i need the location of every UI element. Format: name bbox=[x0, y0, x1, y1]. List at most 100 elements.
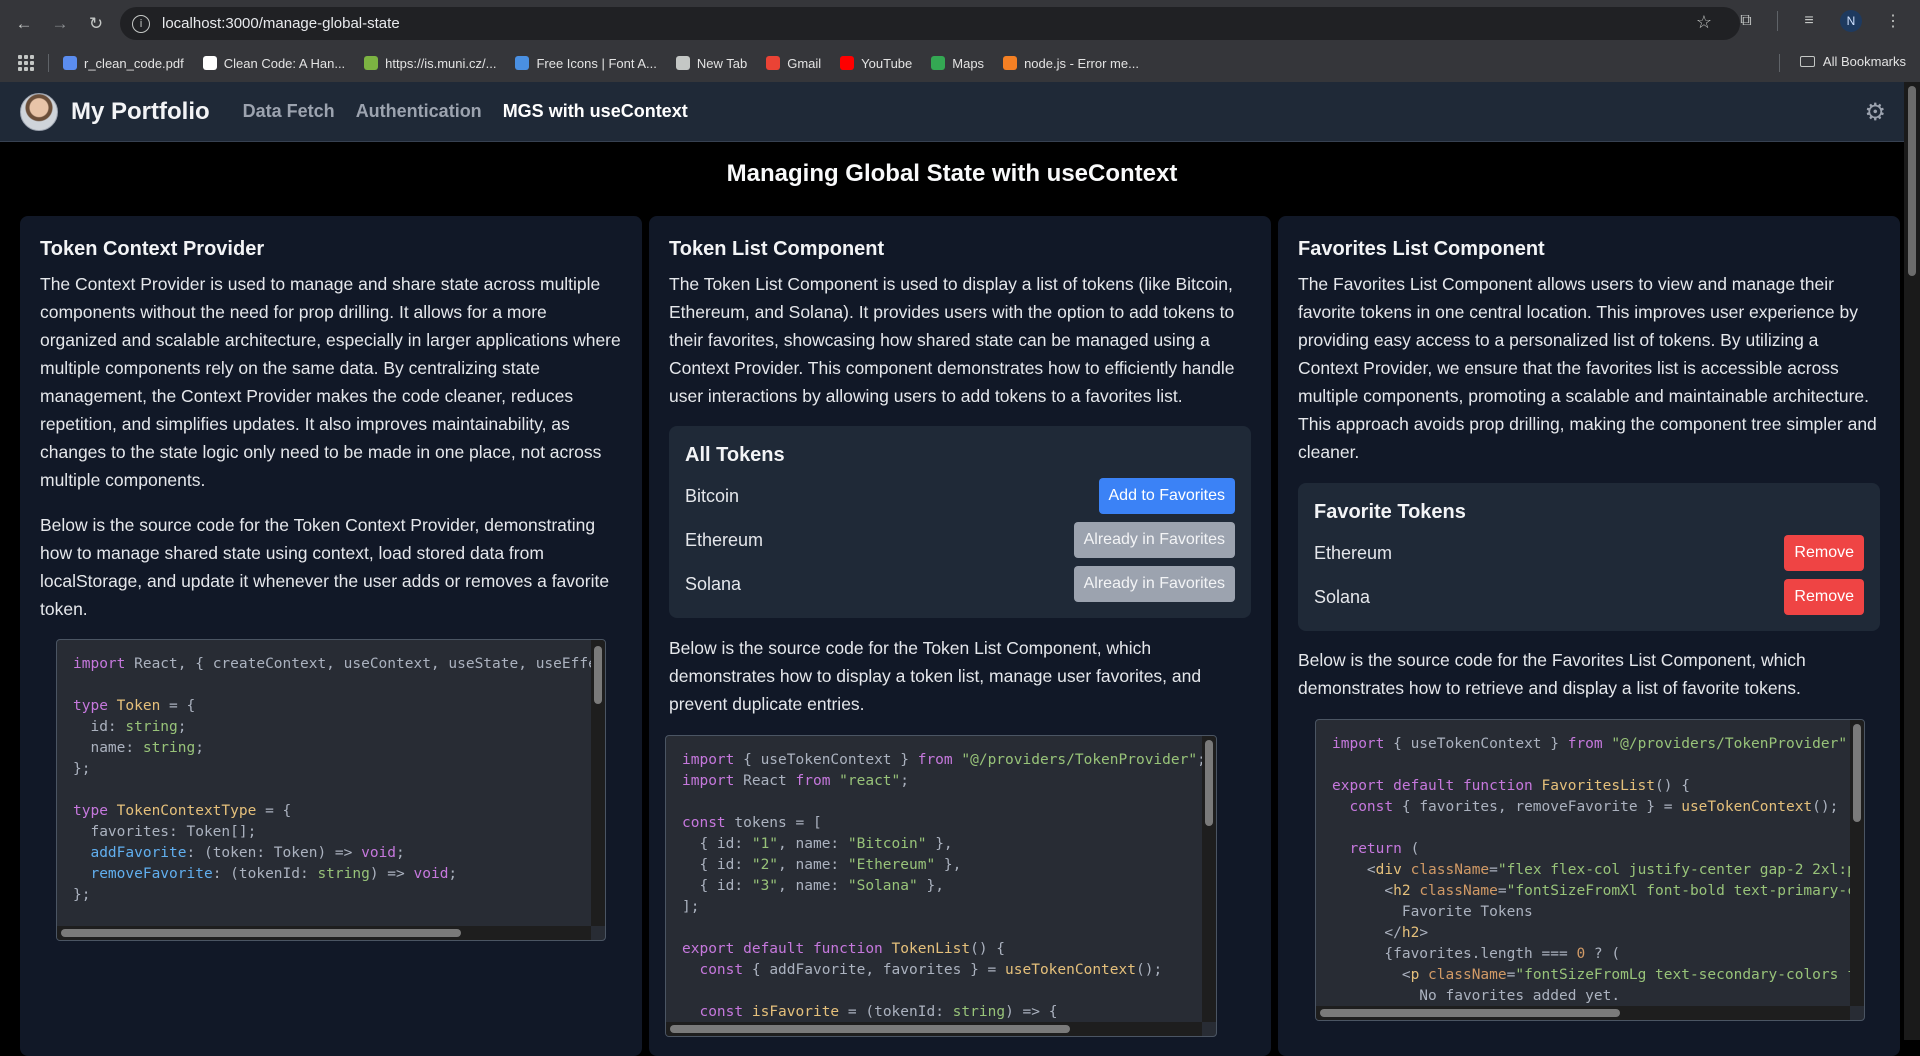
list-item: Solana Already in Favorites bbox=[685, 566, 1235, 602]
scrollbar-thumb[interactable] bbox=[1205, 740, 1213, 826]
bookmark-item[interactable]: Free Icons | Font A... bbox=[515, 56, 657, 71]
code-vertical-scrollbar[interactable] bbox=[591, 640, 605, 926]
scrollbar-thumb[interactable] bbox=[594, 646, 602, 704]
list-item: Ethereum Already in Favorites bbox=[685, 522, 1235, 558]
youtube-icon bbox=[840, 56, 855, 70]
flag-icon bbox=[515, 56, 530, 70]
toolbar-right: ⧉ ≡ N ⋮ bbox=[1735, 10, 1904, 32]
bookmarks-bar: r_clean_code.pdf Clean Code: A Han... http… bbox=[0, 48, 1920, 78]
code-intro-text: Below is the source code for the Token L… bbox=[669, 638, 1202, 714]
remove-button[interactable]: Remove bbox=[1784, 535, 1864, 571]
card-token-context-provider: Token Context Provider The Context Provi… bbox=[20, 216, 642, 1056]
code-vertical-scrollbar[interactable] bbox=[1850, 720, 1864, 1006]
card-title: Token Context Provider bbox=[40, 238, 265, 260]
nav-authentication[interactable]: Authentication bbox=[356, 101, 482, 122]
bookmarks-divider bbox=[1779, 54, 1780, 72]
favorite-token-name: Ethereum bbox=[1314, 542, 1393, 563]
code-horizontal-scrollbar[interactable] bbox=[666, 1022, 1202, 1036]
page-scrollbar-thumb[interactable] bbox=[1908, 86, 1916, 276]
folder-icon bbox=[1799, 56, 1815, 67]
nav-data-fetch[interactable]: Data Fetch bbox=[243, 101, 335, 122]
code-horizontal-scrollbar[interactable] bbox=[57, 926, 591, 940]
panel-title: All Tokens bbox=[685, 444, 785, 466]
favorite-token-name: Solana bbox=[1314, 586, 1371, 607]
scrollbar-thumb[interactable] bbox=[1320, 1009, 1620, 1017]
code-block-provider[interactable]: import React, { createContext, useContex… bbox=[56, 639, 606, 941]
code-block-token-list[interactable]: import { useTokenContext } from "@/provi… bbox=[665, 735, 1217, 1037]
bookmark-item[interactable]: node.js - Error me... bbox=[1003, 56, 1139, 71]
card-favorites-list-component: Favorites List Component The Favorites L… bbox=[1278, 216, 1900, 1056]
code-text: import React, { createContext, useContex… bbox=[73, 656, 606, 903]
url-text[interactable]: localhost:3000/manage-global-state bbox=[162, 15, 400, 32]
browser-chrome: ← → ↻ i localhost:3000/manage-global-sta… bbox=[0, 0, 1920, 82]
code-block-favorites-list[interactable]: import { useTokenContext } from "@/provi… bbox=[1315, 719, 1865, 1021]
globe-icon bbox=[675, 56, 690, 70]
extensions-icon[interactable]: ⧉ bbox=[1735, 12, 1757, 30]
code-text: import { useTokenContext } from "@/provi… bbox=[1332, 736, 1865, 1004]
profile-avatar[interactable]: N bbox=[1840, 10, 1862, 32]
site-info-icon[interactable]: i bbox=[132, 14, 150, 33]
code-intro-text: Below is the source code for the Favorit… bbox=[1298, 650, 1806, 698]
card-description: The Context Provider is used to manage a… bbox=[40, 274, 621, 490]
card-description: The Token List Component is used to disp… bbox=[669, 274, 1235, 406]
app-header: My Portfolio Data Fetch Authentication M… bbox=[0, 82, 1904, 142]
bookmark-label: YouTube bbox=[861, 55, 913, 71]
avatar[interactable] bbox=[20, 92, 58, 131]
reload-icon[interactable]: ↻ bbox=[82, 10, 110, 38]
scrollbar-thumb[interactable] bbox=[670, 1025, 1070, 1033]
bookmark-item[interactable]: Clean Code: A Han... bbox=[202, 55, 346, 71]
maps-icon bbox=[931, 56, 946, 70]
bookmark-item[interactable]: https://is.muni.cz/... bbox=[364, 56, 496, 71]
bookmark-star-icon[interactable]: ☆ bbox=[1696, 12, 1712, 33]
reading-list-icon[interactable]: ≡ bbox=[1798, 12, 1820, 30]
browser-toolbar: ← → ↻ i localhost:3000/manage-global-sta… bbox=[0, 0, 1920, 47]
remove-button[interactable]: Remove bbox=[1784, 579, 1864, 615]
bookmark-label: r_clean_code.pdf bbox=[84, 55, 184, 71]
nav-mgs-with-usecontext[interactable]: MGS with useContext bbox=[503, 101, 688, 122]
code-vertical-scrollbar[interactable] bbox=[1202, 736, 1216, 1022]
scrollbar-thumb[interactable] bbox=[61, 929, 461, 937]
scrollbar-thumb[interactable] bbox=[1853, 724, 1861, 822]
amazon-icon bbox=[202, 56, 217, 70]
panel-title: Favorite Tokens bbox=[1314, 501, 1466, 523]
all-tokens-panel: All Tokens Bitcoin Add to Favorites Ethe… bbox=[669, 426, 1251, 618]
code-text: import { useTokenContext } from "@/provi… bbox=[682, 752, 1206, 1020]
code-intro-text: Below is the source code for the Token C… bbox=[40, 515, 610, 619]
gmail-icon bbox=[766, 56, 781, 70]
token-name: Bitcoin bbox=[685, 485, 740, 506]
bookmark-label: Maps bbox=[952, 55, 985, 71]
already-in-favorites-button[interactable]: Already in Favorites bbox=[1073, 522, 1235, 558]
kebab-menu-icon[interactable]: ⋮ bbox=[1882, 11, 1904, 31]
list-item: Ethereum Remove bbox=[1314, 535, 1864, 571]
bookmarks-divider bbox=[48, 54, 49, 72]
stackoverflow-icon bbox=[1003, 56, 1018, 70]
brand-title[interactable]: My Portfolio bbox=[71, 98, 210, 126]
back-arrow-icon[interactable]: ← bbox=[10, 10, 38, 38]
forward-arrow-icon[interactable]: → bbox=[46, 10, 74, 38]
bookmark-label: New Tab bbox=[696, 55, 748, 71]
already-in-favorites-button[interactable]: Already in Favorites bbox=[1073, 566, 1235, 602]
list-item: Bitcoin Add to Favorites bbox=[685, 478, 1235, 514]
code-horizontal-scrollbar[interactable] bbox=[1316, 1006, 1850, 1020]
bookmark-item[interactable]: Maps bbox=[931, 56, 984, 71]
bookmark-label: https://is.muni.cz/... bbox=[385, 55, 497, 71]
document-icon bbox=[63, 56, 77, 70]
address-bar[interactable]: i localhost:3000/manage-global-state ☆ bbox=[120, 7, 1740, 40]
card-title: Token List Component bbox=[669, 238, 885, 260]
bookmark-item[interactable]: YouTube bbox=[840, 56, 912, 71]
all-bookmarks-button[interactable]: All Bookmarks bbox=[1799, 54, 1906, 69]
bookmark-item[interactable]: Gmail bbox=[766, 56, 821, 71]
muni-icon bbox=[364, 56, 379, 70]
add-to-favorites-button[interactable]: Add to Favorites bbox=[1098, 478, 1235, 514]
bookmark-label: Clean Code: A Han... bbox=[223, 55, 346, 71]
bookmark-label: Gmail bbox=[787, 55, 822, 71]
bookmark-item[interactable]: r_clean_code.pdf bbox=[63, 56, 184, 71]
page-scrollbar[interactable] bbox=[1904, 82, 1920, 1040]
apps-grid-icon[interactable] bbox=[18, 55, 34, 71]
toolbar-divider bbox=[1777, 11, 1778, 31]
bookmark-item[interactable]: New Tab bbox=[675, 55, 748, 71]
card-title: Favorites List Component bbox=[1298, 238, 1545, 260]
favorite-tokens-panel: Favorite Tokens Ethereum Remove Solana R… bbox=[1298, 483, 1880, 631]
bookmark-label: node.js - Error me... bbox=[1024, 55, 1139, 71]
gear-icon[interactable]: ⚙ bbox=[1864, 98, 1886, 126]
